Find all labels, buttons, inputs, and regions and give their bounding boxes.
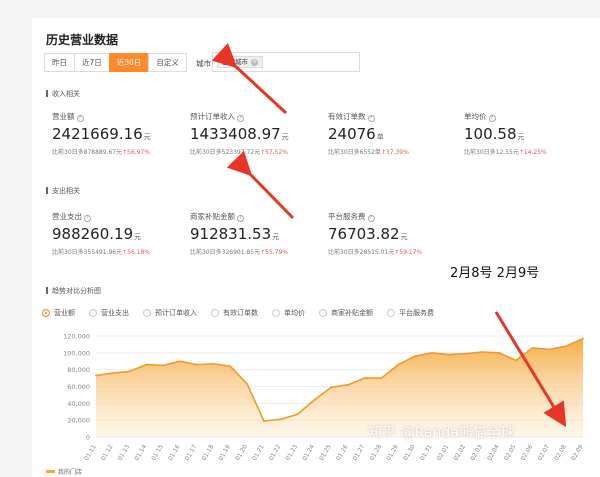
- arrow-to-order-income: [226, 150, 295, 220]
- arrow-to-chart-end: [494, 311, 567, 428]
- annotation-arrows: [211, 42, 567, 428]
- arrow-to-city-filter: [211, 42, 288, 115]
